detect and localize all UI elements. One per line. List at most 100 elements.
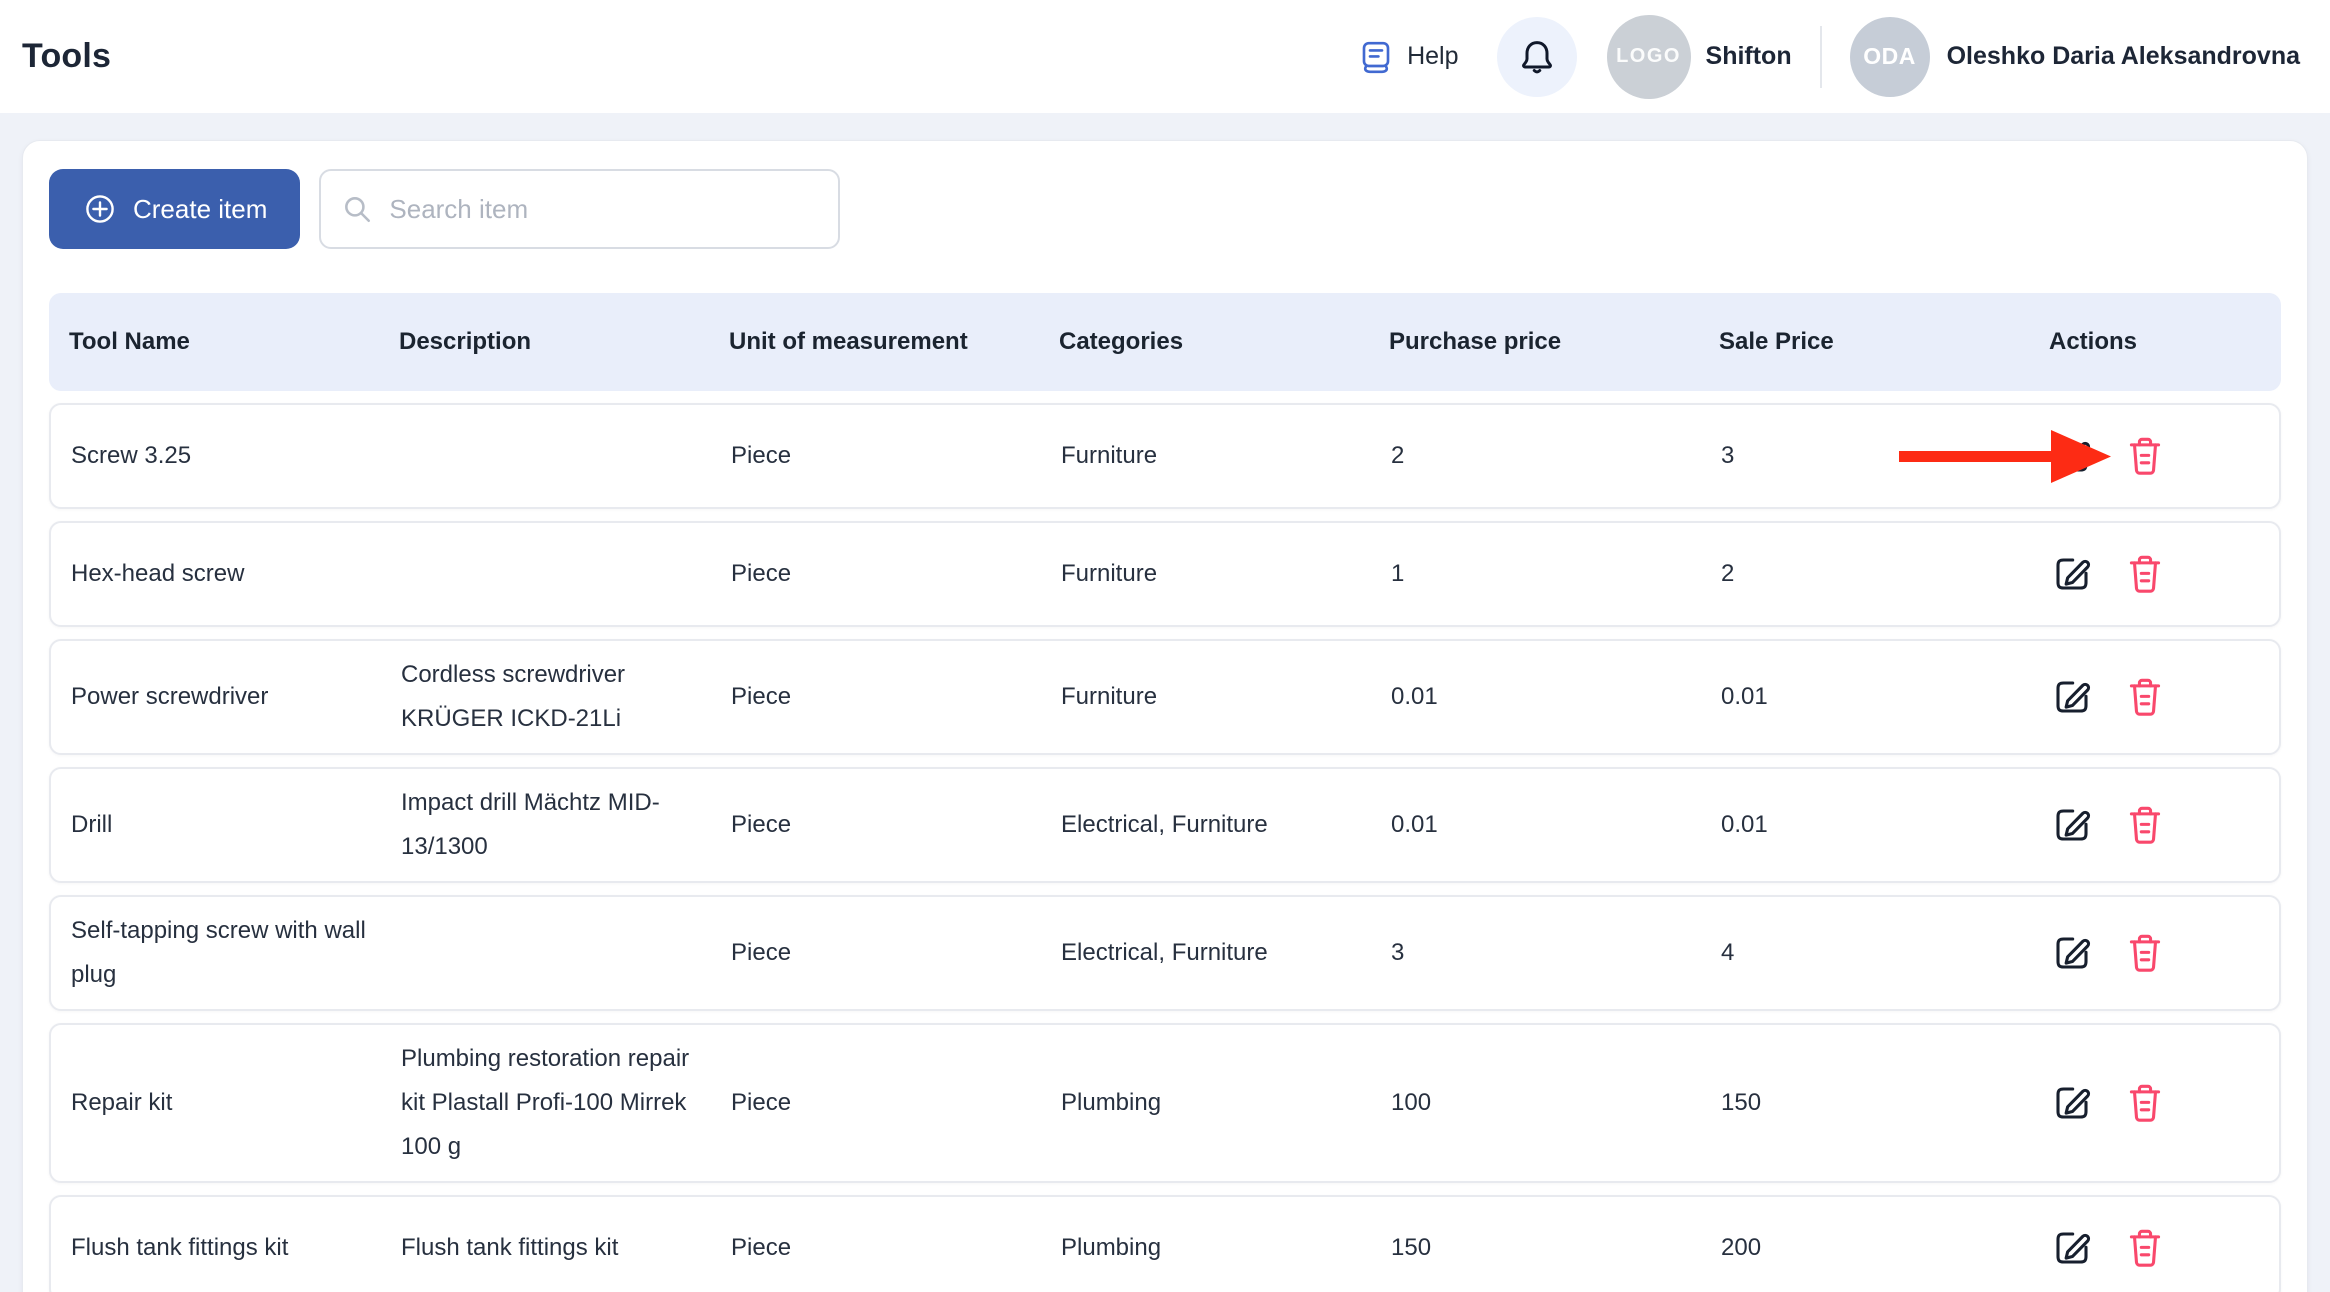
cell-categories: Electrical, Furniture xyxy=(1061,803,1391,847)
main-content: Create item Tool Name Description Unit o… xyxy=(0,140,2330,1292)
edit-pencil-icon xyxy=(2051,932,2093,974)
company-logo-avatar: LOGO xyxy=(1607,15,1691,99)
edit-button[interactable] xyxy=(2051,1082,2093,1124)
cell-purchase-price: 150 xyxy=(1391,1226,1721,1270)
cell-categories: Furniture xyxy=(1061,434,1391,478)
cell-actions xyxy=(2051,553,2259,595)
cell-sale-price: 2 xyxy=(1721,552,2051,596)
edit-button[interactable] xyxy=(2051,804,2093,846)
help-icon xyxy=(1358,39,1394,75)
cell-description: Impact drill Mächtz MID-13/1300 xyxy=(401,781,731,869)
edit-pencil-icon xyxy=(2051,1082,2093,1124)
page-title: Tools xyxy=(22,37,111,76)
create-item-button[interactable]: Create item xyxy=(49,169,300,249)
delete-button[interactable] xyxy=(2127,1082,2163,1124)
user-menu[interactable]: ODA Oleshko Daria Aleksandrovna xyxy=(1850,17,2300,97)
bell-icon xyxy=(1517,37,1557,77)
delete-button[interactable] xyxy=(2127,932,2163,974)
edit-button[interactable] xyxy=(2051,932,2093,974)
column-header-tool-name: Tool Name xyxy=(69,328,399,356)
cell-sale-price: 4 xyxy=(1721,931,2051,975)
toolbar: Create item xyxy=(49,169,2281,249)
search-input[interactable] xyxy=(389,171,818,247)
column-header-unit: Unit of measurement xyxy=(729,328,1059,356)
delete-button[interactable] xyxy=(2127,435,2163,477)
cell-actions xyxy=(2051,676,2259,718)
table-row: Hex-head screw Piece Furniture 1 2 xyxy=(49,521,2281,627)
help-label: Help xyxy=(1407,42,1458,71)
search-box xyxy=(319,169,840,249)
header-divider xyxy=(1820,26,1822,88)
edit-pencil-icon xyxy=(2051,435,2093,477)
company-menu[interactable]: LOGO Shifton xyxy=(1607,15,1792,99)
cell-actions xyxy=(2051,804,2259,846)
topbar-right: Help LOGO Shifton ODA Oleshko Daria Alek… xyxy=(1358,15,2300,99)
edit-button[interactable] xyxy=(2051,553,2093,595)
trash-icon xyxy=(2127,804,2163,846)
cell-purchase-price: 0.01 xyxy=(1391,675,1721,719)
cell-tool-name: Flush tank fittings kit xyxy=(71,1226,401,1270)
cell-tool-name: Repair kit xyxy=(71,1081,401,1125)
cell-purchase-price: 2 xyxy=(1391,434,1721,478)
cell-categories: Electrical, Furniture xyxy=(1061,931,1391,975)
cell-categories: Furniture xyxy=(1061,675,1391,719)
cell-purchase-price: 100 xyxy=(1391,1081,1721,1125)
trash-icon xyxy=(2127,435,2163,477)
cell-description: Flush tank fittings kit xyxy=(401,1226,731,1270)
create-item-label: Create item xyxy=(133,194,267,225)
notifications-button[interactable] xyxy=(1497,17,1577,97)
edit-pencil-icon xyxy=(2051,1227,2093,1269)
cell-unit: Piece xyxy=(731,434,1061,478)
user-name: Oleshko Daria Aleksandrovna xyxy=(1947,42,2300,71)
table-row: Screw 3.25 Piece Furniture 2 3 xyxy=(49,403,2281,509)
help-button[interactable]: Help xyxy=(1358,39,1458,75)
cell-description: Cordless screwdriver KRÜGER ICKD-21Li xyxy=(401,653,731,741)
trash-icon xyxy=(2127,932,2163,974)
cell-tool-name: Drill xyxy=(71,803,401,847)
column-header-actions: Actions xyxy=(2049,328,2261,356)
column-header-purchase: Purchase price xyxy=(1389,328,1719,356)
table-header: Tool Name Description Unit of measuremen… xyxy=(49,293,2281,391)
cell-sale-price: 3 xyxy=(1721,434,2051,478)
edit-button[interactable] xyxy=(2051,435,2093,477)
cell-actions xyxy=(2051,1082,2259,1124)
table-row: Repair kit Plumbing restoration repair k… xyxy=(49,1023,2281,1183)
edit-button[interactable] xyxy=(2051,1227,2093,1269)
cell-actions xyxy=(2051,1227,2259,1269)
cell-tool-name: Screw 3.25 xyxy=(71,434,401,478)
cell-unit: Piece xyxy=(731,1226,1061,1270)
search-icon xyxy=(341,193,373,225)
column-header-sale: Sale Price xyxy=(1719,328,2049,356)
trash-icon xyxy=(2127,1227,2163,1269)
cell-unit: Piece xyxy=(731,931,1061,975)
edit-pencil-icon xyxy=(2051,676,2093,718)
table-row: Self-tapping screw with wall plug Piece … xyxy=(49,895,2281,1011)
cell-categories: Plumbing xyxy=(1061,1081,1391,1125)
table-row: Flush tank fittings kit Flush tank fitti… xyxy=(49,1195,2281,1292)
trash-icon xyxy=(2127,676,2163,718)
cell-purchase-price: 1 xyxy=(1391,552,1721,596)
cell-description: Plumbing restoration repair kit Plastall… xyxy=(401,1037,731,1169)
edit-button[interactable] xyxy=(2051,676,2093,718)
cell-sale-price: 0.01 xyxy=(1721,803,2051,847)
table-row: Power screwdriver Cordless screwdriver K… xyxy=(49,639,2281,755)
column-header-categories: Categories xyxy=(1059,328,1389,356)
cell-actions xyxy=(2051,435,2259,477)
delete-button[interactable] xyxy=(2127,804,2163,846)
delete-button[interactable] xyxy=(2127,553,2163,595)
trash-icon xyxy=(2127,1082,2163,1124)
cell-sale-price: 0.01 xyxy=(1721,675,2051,719)
cell-sale-price: 150 xyxy=(1721,1081,2051,1125)
delete-button[interactable] xyxy=(2127,676,2163,718)
user-initials: ODA xyxy=(1863,43,1916,70)
cell-sale-price: 200 xyxy=(1721,1226,2051,1270)
cell-tool-name: Hex-head screw xyxy=(71,552,401,596)
cell-purchase-price: 0.01 xyxy=(1391,803,1721,847)
delete-button[interactable] xyxy=(2127,1227,2163,1269)
company-name: Shifton xyxy=(1706,42,1792,71)
company-logo-text: LOGO xyxy=(1616,45,1681,68)
plus-circle-icon xyxy=(82,191,118,227)
cell-unit: Piece xyxy=(731,1081,1061,1125)
user-avatar: ODA xyxy=(1850,17,1930,97)
cell-categories: Plumbing xyxy=(1061,1226,1391,1270)
